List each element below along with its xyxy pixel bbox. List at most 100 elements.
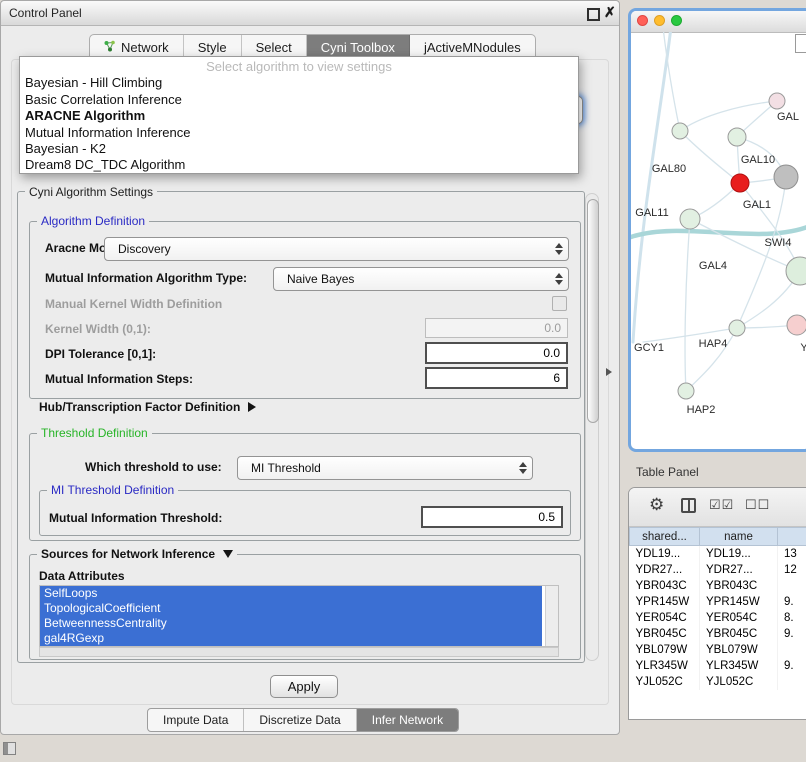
- which-threshold-select[interactable]: MI Threshold: [237, 456, 533, 480]
- network-edge[interactable]: [663, 32, 680, 131]
- table-row[interactable]: YLR345WYLR345W9.: [630, 658, 806, 674]
- table-row[interactable]: YBL079WYBL079W: [630, 642, 806, 658]
- network-edge[interactable]: [633, 32, 671, 342]
- node-attribute-table: shared...name YDL19...YDL19...13YDR27...…: [629, 527, 806, 690]
- table-cell: YJL052C: [700, 674, 778, 690]
- table-cell: [778, 674, 806, 690]
- mi-algorithm-type-label: Mutual Information Algorithm Type:: [45, 271, 247, 285]
- network-edge[interactable]: [685, 219, 690, 391]
- table-row[interactable]: YPR145WYPR145W9.: [630, 594, 806, 610]
- attribute-item-topologicalcoefficient[interactable]: TopologicalCoefficient: [40, 601, 542, 616]
- tab-label: Style: [198, 40, 227, 55]
- node-label: GCY1: [634, 342, 664, 354]
- column-header-name[interactable]: name: [700, 528, 778, 546]
- bottom-tab-impute-data[interactable]: Impute Data: [148, 709, 244, 731]
- tab-label: Cyni Toolbox: [321, 40, 395, 55]
- kernel-width-field[interactable]: [425, 318, 568, 338]
- deselect-all-icon[interactable]: ☐☐: [745, 497, 770, 513]
- table-cell: [778, 642, 806, 658]
- algorithm-option-bayesian-hill-climbing[interactable]: Bayesian - Hill Climbing: [20, 75, 578, 91]
- tab-label: Network: [121, 40, 169, 55]
- zoom-window-icon[interactable]: [671, 15, 682, 26]
- algorithm-option-basic-correlation-inference[interactable]: Basic Correlation Inference: [20, 92, 578, 108]
- table-row[interactable]: YJL052CYJL052C: [630, 674, 806, 690]
- minimize-window-icon[interactable]: [654, 15, 665, 26]
- kernel-width-label: Kernel Width (0,1):: [45, 322, 151, 336]
- attribute-item-selfloops[interactable]: SelfLoops: [40, 586, 542, 601]
- threshold-definition-title: Threshold Definition: [37, 426, 152, 440]
- sources-section-header[interactable]: Sources for Network Inference: [37, 547, 237, 561]
- attribute-item-gal4rgexp[interactable]: gal4RGexp: [40, 631, 542, 646]
- hub-transcription-factor-section[interactable]: Hub/Transcription Factor Definition: [39, 400, 256, 414]
- aracne-mode-select[interactable]: Discovery: [104, 237, 569, 261]
- table-cell: 8.: [778, 610, 806, 626]
- network-node[interactable]: [774, 165, 798, 189]
- algorithm-option-aracne-algorithm[interactable]: ARACNE Algorithm: [20, 108, 578, 124]
- float-panel-icon[interactable]: [587, 8, 600, 21]
- column-header-shared[interactable]: shared...: [630, 528, 700, 546]
- mi-algorithm-type-select[interactable]: Naive Bayes: [273, 267, 569, 291]
- network-scrollbar-fragment[interactable]: [795, 34, 806, 53]
- table-row[interactable]: YER054CYER054C8.: [630, 610, 806, 626]
- expand-right-icon: [248, 402, 256, 412]
- network-node[interactable]: [769, 93, 785, 109]
- network-node[interactable]: [678, 383, 694, 399]
- bottom-tab-infer-network[interactable]: Infer Network: [357, 709, 458, 731]
- table-row[interactable]: YDR27...YDR27...12: [630, 562, 806, 578]
- network-canvas[interactable]: GALGAL80GAL10GAL11GAL1SWI4GAL4GCY1HAP4YH…: [631, 32, 806, 449]
- node-label: GAL80: [652, 163, 686, 175]
- attributes-horizontal-scrollbar[interactable]: [39, 647, 559, 657]
- select-all-icon[interactable]: ☑☑: [709, 497, 734, 513]
- table-cell: YBL079W: [630, 642, 700, 658]
- table-cell: YPR145W: [630, 594, 700, 610]
- table-cell: YBR045C: [630, 626, 700, 642]
- algorithm-option-bayesian-k2[interactable]: Bayesian - K2: [20, 141, 578, 157]
- table-row[interactable]: YBR045CYBR045C9.: [630, 626, 806, 642]
- attributes-vertical-scrollbar[interactable]: [545, 586, 558, 646]
- data-attributes-label: Data Attributes: [39, 569, 125, 583]
- sources-section-title: Sources for Network Inference: [41, 547, 215, 561]
- network-node[interactable]: [728, 128, 746, 146]
- settings-scrollbar-thumb[interactable]: [587, 199, 599, 423]
- network-view-window: GALGAL80GAL10GAL11GAL1SWI4GAL4GCY1HAP4YH…: [628, 8, 806, 452]
- mi-steps-field[interactable]: [425, 367, 568, 389]
- close-window-icon[interactable]: [637, 15, 648, 26]
- bottom-tab-discretize-data[interactable]: Discretize Data: [244, 709, 356, 731]
- table-cell: YDL19...: [700, 546, 778, 563]
- apply-button[interactable]: Apply: [270, 675, 338, 698]
- table-row[interactable]: YDL19...YDL19...13: [630, 546, 806, 563]
- network-node[interactable]: [680, 209, 700, 229]
- node-label: GAL4: [699, 260, 727, 272]
- network-node[interactable]: [731, 174, 749, 192]
- table-header-row: shared...name: [630, 528, 806, 546]
- table-cell: YBR043C: [700, 578, 778, 594]
- manual-kernel-width-checkbox[interactable]: [552, 296, 567, 311]
- control-panel-titlebar: Control Panel ✗: [1, 1, 619, 26]
- mi-threshold-field[interactable]: [421, 506, 563, 528]
- algorithm-option-dream8-dc-tdc-algorithm[interactable]: Dream8 DC_TDC Algorithm: [20, 157, 578, 173]
- tab-label: Select: [256, 40, 292, 55]
- network-node[interactable]: [786, 257, 806, 285]
- dpi-tolerance-field[interactable]: [425, 342, 568, 364]
- table-cell: YDR27...: [630, 562, 700, 578]
- network-edge[interactable]: [680, 101, 777, 131]
- network-node[interactable]: [787, 315, 806, 335]
- table-panel-window: ⚙ ☑☑ ☐☐ shared...name YDL19...YDL19...13…: [628, 487, 806, 720]
- close-panel-icon[interactable]: ✗: [604, 4, 616, 21]
- table-row[interactable]: YBR043CYBR043C: [630, 578, 806, 594]
- network-node[interactable]: [672, 123, 688, 139]
- node-label: Y: [800, 342, 806, 354]
- columns-icon[interactable]: [681, 498, 696, 513]
- restore-panel-icon[interactable]: [3, 742, 16, 755]
- table-cell: 9.: [778, 658, 806, 674]
- settings-scrollbar[interactable]: [585, 193, 599, 661]
- settings-group-title: Cyni Algorithm Settings: [25, 185, 157, 199]
- column-header-col2[interactable]: [778, 528, 806, 546]
- attribute-item-betweennesscentrality[interactable]: BetweennessCentrality: [40, 616, 542, 631]
- splitter-collapse-arrow-icon[interactable]: [606, 368, 612, 376]
- network-window-titlebar: [631, 11, 806, 33]
- gear-icon[interactable]: ⚙: [649, 495, 664, 515]
- algorithm-option-mutual-information-inference[interactable]: Mutual Information Inference: [20, 125, 578, 141]
- network-node[interactable]: [729, 320, 745, 336]
- algorithm-dropdown-list: Select algorithm to view settingsBayesia…: [19, 56, 579, 174]
